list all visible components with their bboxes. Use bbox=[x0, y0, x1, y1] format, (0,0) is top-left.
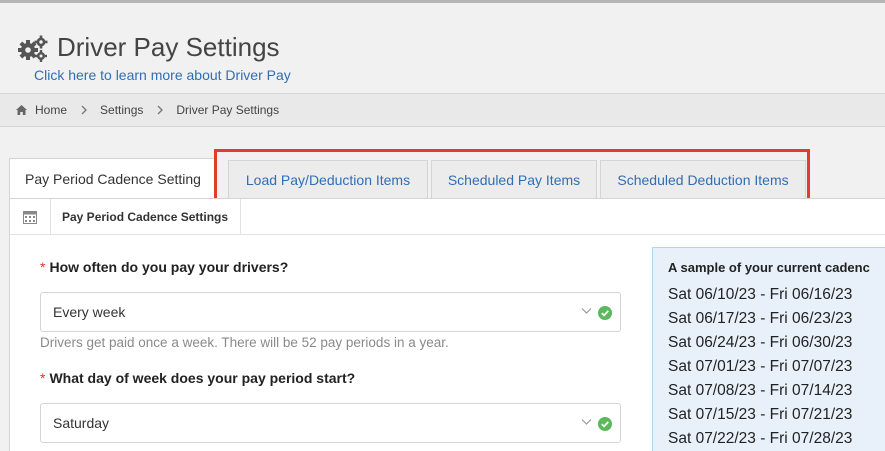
check-circle-icon bbox=[598, 417, 612, 431]
panel-icon-cell bbox=[10, 199, 51, 234]
title-row: Driver Pay Settings bbox=[17, 32, 280, 63]
cadence-sample-box: A sample of your current cadenc Sat 06/1… bbox=[652, 247, 885, 451]
home-icon bbox=[16, 105, 27, 115]
frequency-value: Every week bbox=[53, 304, 126, 320]
calendar-icon bbox=[23, 210, 37, 224]
tab-load-pay-deduction-items[interactable]: Load Pay/Deduction Items bbox=[228, 160, 428, 198]
required-marker: * bbox=[40, 259, 46, 275]
breadcrumb-home[interactable]: Home bbox=[35, 103, 67, 117]
chevron-right-icon bbox=[81, 105, 87, 115]
sample-period: Sat 07/22/23 - Fri 07/28/23 bbox=[668, 430, 853, 447]
frequency-select[interactable]: Every week bbox=[40, 292, 621, 332]
chevron-right-icon bbox=[157, 105, 164, 115]
breadcrumb-current: Driver Pay Settings bbox=[176, 103, 280, 117]
chevron-down-icon bbox=[581, 419, 592, 425]
gears-icon bbox=[18, 35, 48, 62]
sample-period: Sat 07/01/23 - Fri 07/07/23 bbox=[668, 358, 853, 375]
settings-panel: Pay Period Cadence Settings * How often d… bbox=[9, 198, 885, 451]
page-title: Driver Pay Settings bbox=[57, 32, 280, 62]
tab-scheduled-pay-items[interactable]: Scheduled Pay Items bbox=[431, 160, 597, 198]
sample-period: Sat 07/15/23 - Fri 07/21/23 bbox=[668, 406, 853, 423]
frequency-label: How often do you pay your drivers? bbox=[49, 259, 289, 275]
sample-period: Sat 07/08/23 - Fri 07/14/23 bbox=[668, 382, 853, 399]
start-day-select[interactable]: Saturday bbox=[40, 403, 621, 443]
start-day-question: * What day of week does your pay period s… bbox=[40, 370, 355, 386]
breadcrumb-settings[interactable]: Settings bbox=[100, 103, 143, 117]
start-day-value: Saturday bbox=[53, 415, 110, 431]
chevron-down-icon bbox=[581, 308, 592, 314]
tab-pay-period-cadence[interactable]: Pay Period Cadence Setting bbox=[9, 158, 217, 199]
start-day-label: What day of week does your pay period st… bbox=[49, 370, 356, 386]
panel-header: Pay Period Cadence Settings bbox=[10, 199, 885, 235]
frequency-question: * How often do you pay your drivers? bbox=[40, 259, 288, 275]
sample-period: Sat 06/10/23 - Fri 06/16/23 bbox=[668, 286, 853, 303]
breadcrumb: Home Settings Driver Pay Settings bbox=[0, 93, 885, 127]
sample-period: Sat 06/17/23 - Fri 06/23/23 bbox=[668, 310, 853, 327]
panel-title: Pay Period Cadence Settings bbox=[51, 199, 242, 234]
frequency-help-text: Drivers get paid once a week. There will… bbox=[40, 335, 449, 350]
tab-bar: Pay Period Cadence Setting Load Pay/Dedu… bbox=[9, 158, 806, 199]
tab-scheduled-deduction-items[interactable]: Scheduled Deduction Items bbox=[600, 160, 806, 198]
page-header: Driver Pay Settings Click here to learn … bbox=[0, 3, 885, 93]
required-marker: * bbox=[40, 370, 46, 386]
check-circle-icon bbox=[598, 306, 612, 320]
learn-more-link[interactable]: Click here to learn more about Driver Pa… bbox=[34, 67, 291, 83]
sample-period: Sat 06/24/23 - Fri 06/30/23 bbox=[668, 334, 853, 351]
sample-title: A sample of your current cadenc bbox=[668, 260, 870, 275]
